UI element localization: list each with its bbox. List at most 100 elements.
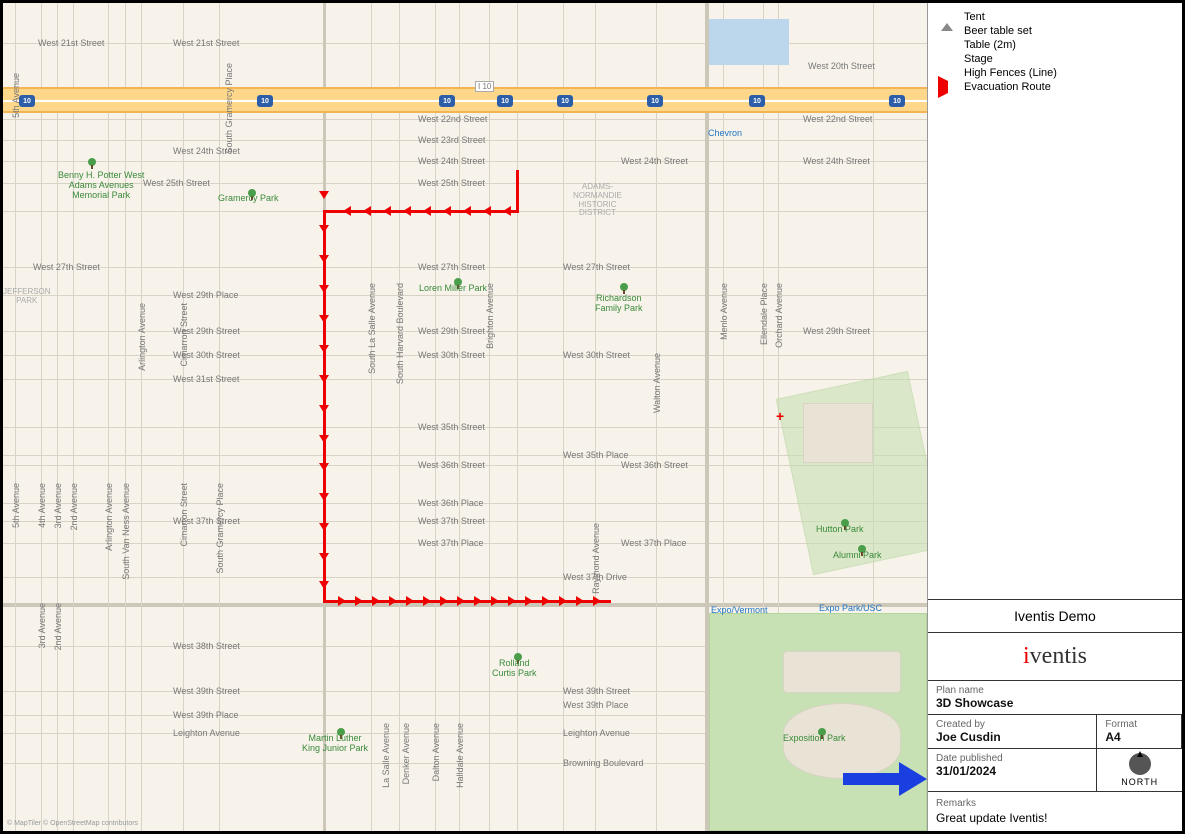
- legend-label: Evacuation Route: [964, 81, 1051, 93]
- legend-item-beer: Beer table set: [938, 25, 1172, 37]
- park-label: Martin LutherKing Junior Park: [302, 733, 368, 753]
- street-label: West 30th Street: [418, 350, 485, 360]
- route-arrow-icon: [463, 206, 471, 216]
- route-arrow-icon: [474, 596, 482, 606]
- route-arrow-icon: [443, 206, 451, 216]
- street-label: West 22nd Street: [803, 114, 872, 124]
- route-arrow-icon: [319, 553, 329, 561]
- plan-name-cell: Plan name 3D Showcase: [928, 681, 1182, 715]
- street-label: West 29th Street: [418, 326, 485, 336]
- park-label: Alumni Park: [833, 550, 882, 560]
- street-label: West 27th Street: [418, 262, 485, 272]
- route-arrow-icon: [559, 596, 567, 606]
- poi-label: Chevron: [708, 128, 742, 138]
- park-label: Hutton Park: [816, 524, 864, 534]
- interstate-shield: 10: [439, 95, 455, 107]
- poi-label: Expo Park/USC: [819, 603, 882, 613]
- street-label: West 22nd Street: [418, 114, 487, 124]
- legend-label: Table (2m): [964, 39, 1016, 51]
- remarks-value: Great update Iventis!: [936, 811, 1174, 825]
- street-label: Leighton Avenue: [563, 728, 630, 738]
- street-label: West 24th Street: [803, 156, 870, 166]
- park-label: Gramercy Park: [218, 193, 279, 203]
- street-label: West 35th Street: [418, 422, 485, 432]
- route-arrow-icon: [319, 225, 329, 233]
- legend-item-evac: Evacuation Route: [938, 81, 1172, 93]
- park-label: RollandCurtis Park: [492, 658, 537, 678]
- street-label: West 27th Street: [563, 262, 630, 272]
- street-label: West 27th Street: [33, 262, 100, 272]
- park-label: Benny H. Potter WestAdams AvenuesMemoria…: [58, 170, 144, 200]
- street-label: Cimarron Street: [179, 303, 189, 367]
- route-arrow-icon: [319, 375, 329, 383]
- route-arrow-icon: [319, 523, 329, 531]
- legend-label: Beer table set: [964, 25, 1032, 37]
- street-label: 3rd Avenue: [53, 483, 63, 528]
- street-label: West 24th Street: [621, 156, 688, 166]
- iventis-logo: iventis: [928, 633, 1182, 681]
- legend-item-stage: Stage: [938, 53, 1172, 65]
- route-arrow-icon: [355, 596, 363, 606]
- created-by-cell: Created by Joe Cusdin: [928, 715, 1097, 749]
- neighborhood-label: ADAMS-NORMANDIEHISTORICDISTRICT: [573, 183, 622, 218]
- street-label: West 35th Place: [563, 450, 628, 460]
- route-arrow-icon: [319, 405, 329, 413]
- street-label: South Harvard Boulevard: [395, 283, 405, 384]
- interstate-shield: 10: [19, 95, 35, 107]
- interstate-shield: 10: [749, 95, 765, 107]
- route-arrow-icon: [576, 596, 584, 606]
- route-arrow-icon: [440, 596, 448, 606]
- street-label: La Salle Avenue: [381, 723, 391, 788]
- route-arrow-icon: [423, 206, 431, 216]
- legend-item-fence: High Fences (Line): [938, 67, 1172, 79]
- info-title: Iventis Demo: [928, 600, 1182, 633]
- street-label: South Gramercy Place: [215, 483, 225, 574]
- map-canvas[interactable]: I 10 West 21st StreetWest 21st StreetWes…: [3, 3, 928, 831]
- street-label: Browning Boulevard: [563, 758, 644, 768]
- street-label: West 25th Street: [418, 178, 485, 188]
- street-label: West 38th Street: [173, 641, 240, 651]
- route-arrow-icon: [383, 206, 391, 216]
- street-label: Dalton Avenue: [431, 723, 441, 781]
- route-arrow-icon: [503, 206, 511, 216]
- street-label: Halldale Avenue: [455, 723, 465, 788]
- street-label: West 29th Street: [803, 326, 870, 336]
- street-label: Cimarron Street: [179, 483, 189, 547]
- remarks-cell: Remarks Great update Iventis!: [928, 792, 1182, 831]
- date-cell: Date published 31/01/2024: [928, 749, 1097, 792]
- highway-i10: [3, 87, 928, 113]
- street-label: 2nd Avenue: [69, 483, 79, 530]
- street-label: Arlington Avenue: [137, 303, 147, 371]
- route-arrow-icon: [319, 463, 329, 471]
- route-arrow-icon: [593, 596, 601, 606]
- route-arrow-icon: [319, 255, 329, 263]
- route-arrow-icon: [319, 315, 329, 323]
- legend-item-tent: Tent: [938, 11, 1172, 23]
- route-arrow-icon: [403, 206, 411, 216]
- street-label: 2nd Avenue: [53, 603, 63, 650]
- route-arrow-icon: [319, 285, 329, 293]
- street-label: West 21st Street: [38, 38, 104, 48]
- street-label: West 30th Street: [563, 350, 630, 360]
- street-label: West 36th Place: [418, 498, 483, 508]
- interstate-shield: 10: [257, 95, 273, 107]
- route-arrow-icon: [343, 206, 351, 216]
- street-label: West 39th Place: [563, 700, 628, 710]
- route-arrow-icon: [508, 596, 516, 606]
- street-label: West 39th Place: [173, 710, 238, 720]
- interstate-shield: 10: [557, 95, 573, 107]
- street-label: 5th Avenue: [11, 483, 21, 528]
- route-arrow-icon: [372, 596, 380, 606]
- route-arrow-icon: [491, 596, 499, 606]
- street-label: South La Salle Avenue: [367, 283, 377, 374]
- street-label: Raymond Avenue: [591, 523, 601, 594]
- legend-label: Stage: [964, 53, 993, 65]
- interstate-shield: 10: [889, 95, 905, 107]
- street-label: West 25th Street: [143, 178, 210, 188]
- route-arrow-icon: [423, 596, 431, 606]
- red-cross-icon: +: [776, 408, 784, 424]
- route-arrow-icon: [483, 206, 491, 216]
- street-label: West 36th Street: [418, 460, 485, 470]
- street-label: West 36th Street: [621, 460, 688, 470]
- evacuation-route-segment: [323, 600, 611, 603]
